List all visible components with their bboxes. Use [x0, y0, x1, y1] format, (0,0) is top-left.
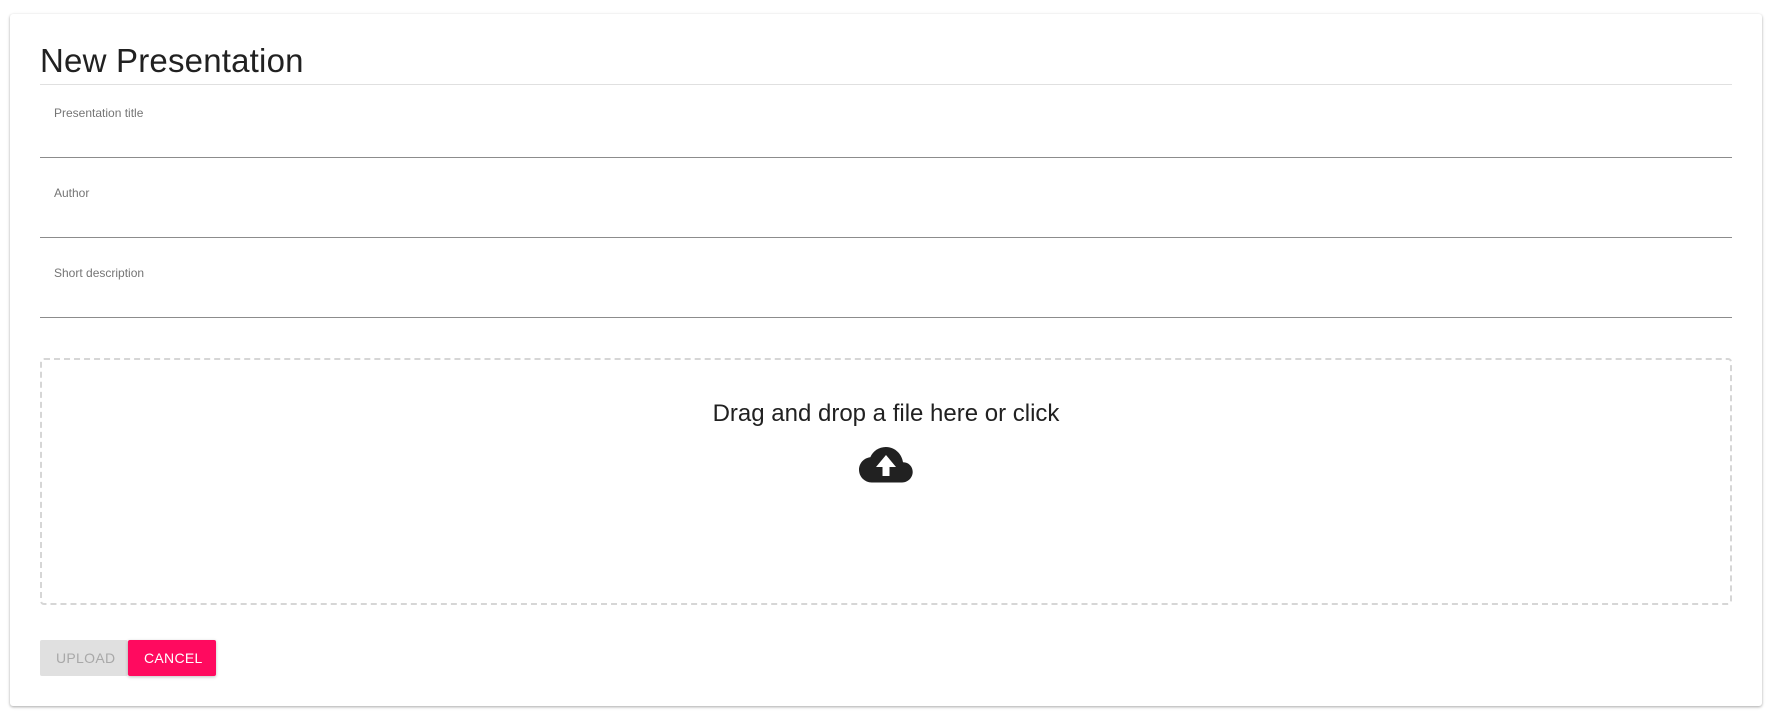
page-title: New Presentation — [40, 42, 304, 79]
presentation-title-field: Presentation title — [40, 86, 1732, 166]
file-dropzone[interactable]: Drag and drop a file here or click — [40, 358, 1732, 605]
cloud-upload-icon — [859, 447, 913, 483]
author-input[interactable] — [40, 198, 1732, 238]
new-presentation-card: New Presentation Presentation title Auth… — [10, 14, 1762, 706]
short-description-input[interactable] — [40, 278, 1732, 318]
title-divider — [40, 84, 1732, 85]
short-description-field: Short description — [40, 246, 1732, 326]
author-field: Author — [40, 166, 1732, 246]
cancel-button[interactable]: CANCEL — [128, 640, 216, 676]
form-actions: UPLOAD CANCEL — [40, 640, 216, 676]
presentation-title-input[interactable] — [40, 118, 1732, 158]
dropzone-text: Drag and drop a file here or click — [712, 400, 1060, 427]
upload-button[interactable]: UPLOAD — [40, 640, 128, 676]
